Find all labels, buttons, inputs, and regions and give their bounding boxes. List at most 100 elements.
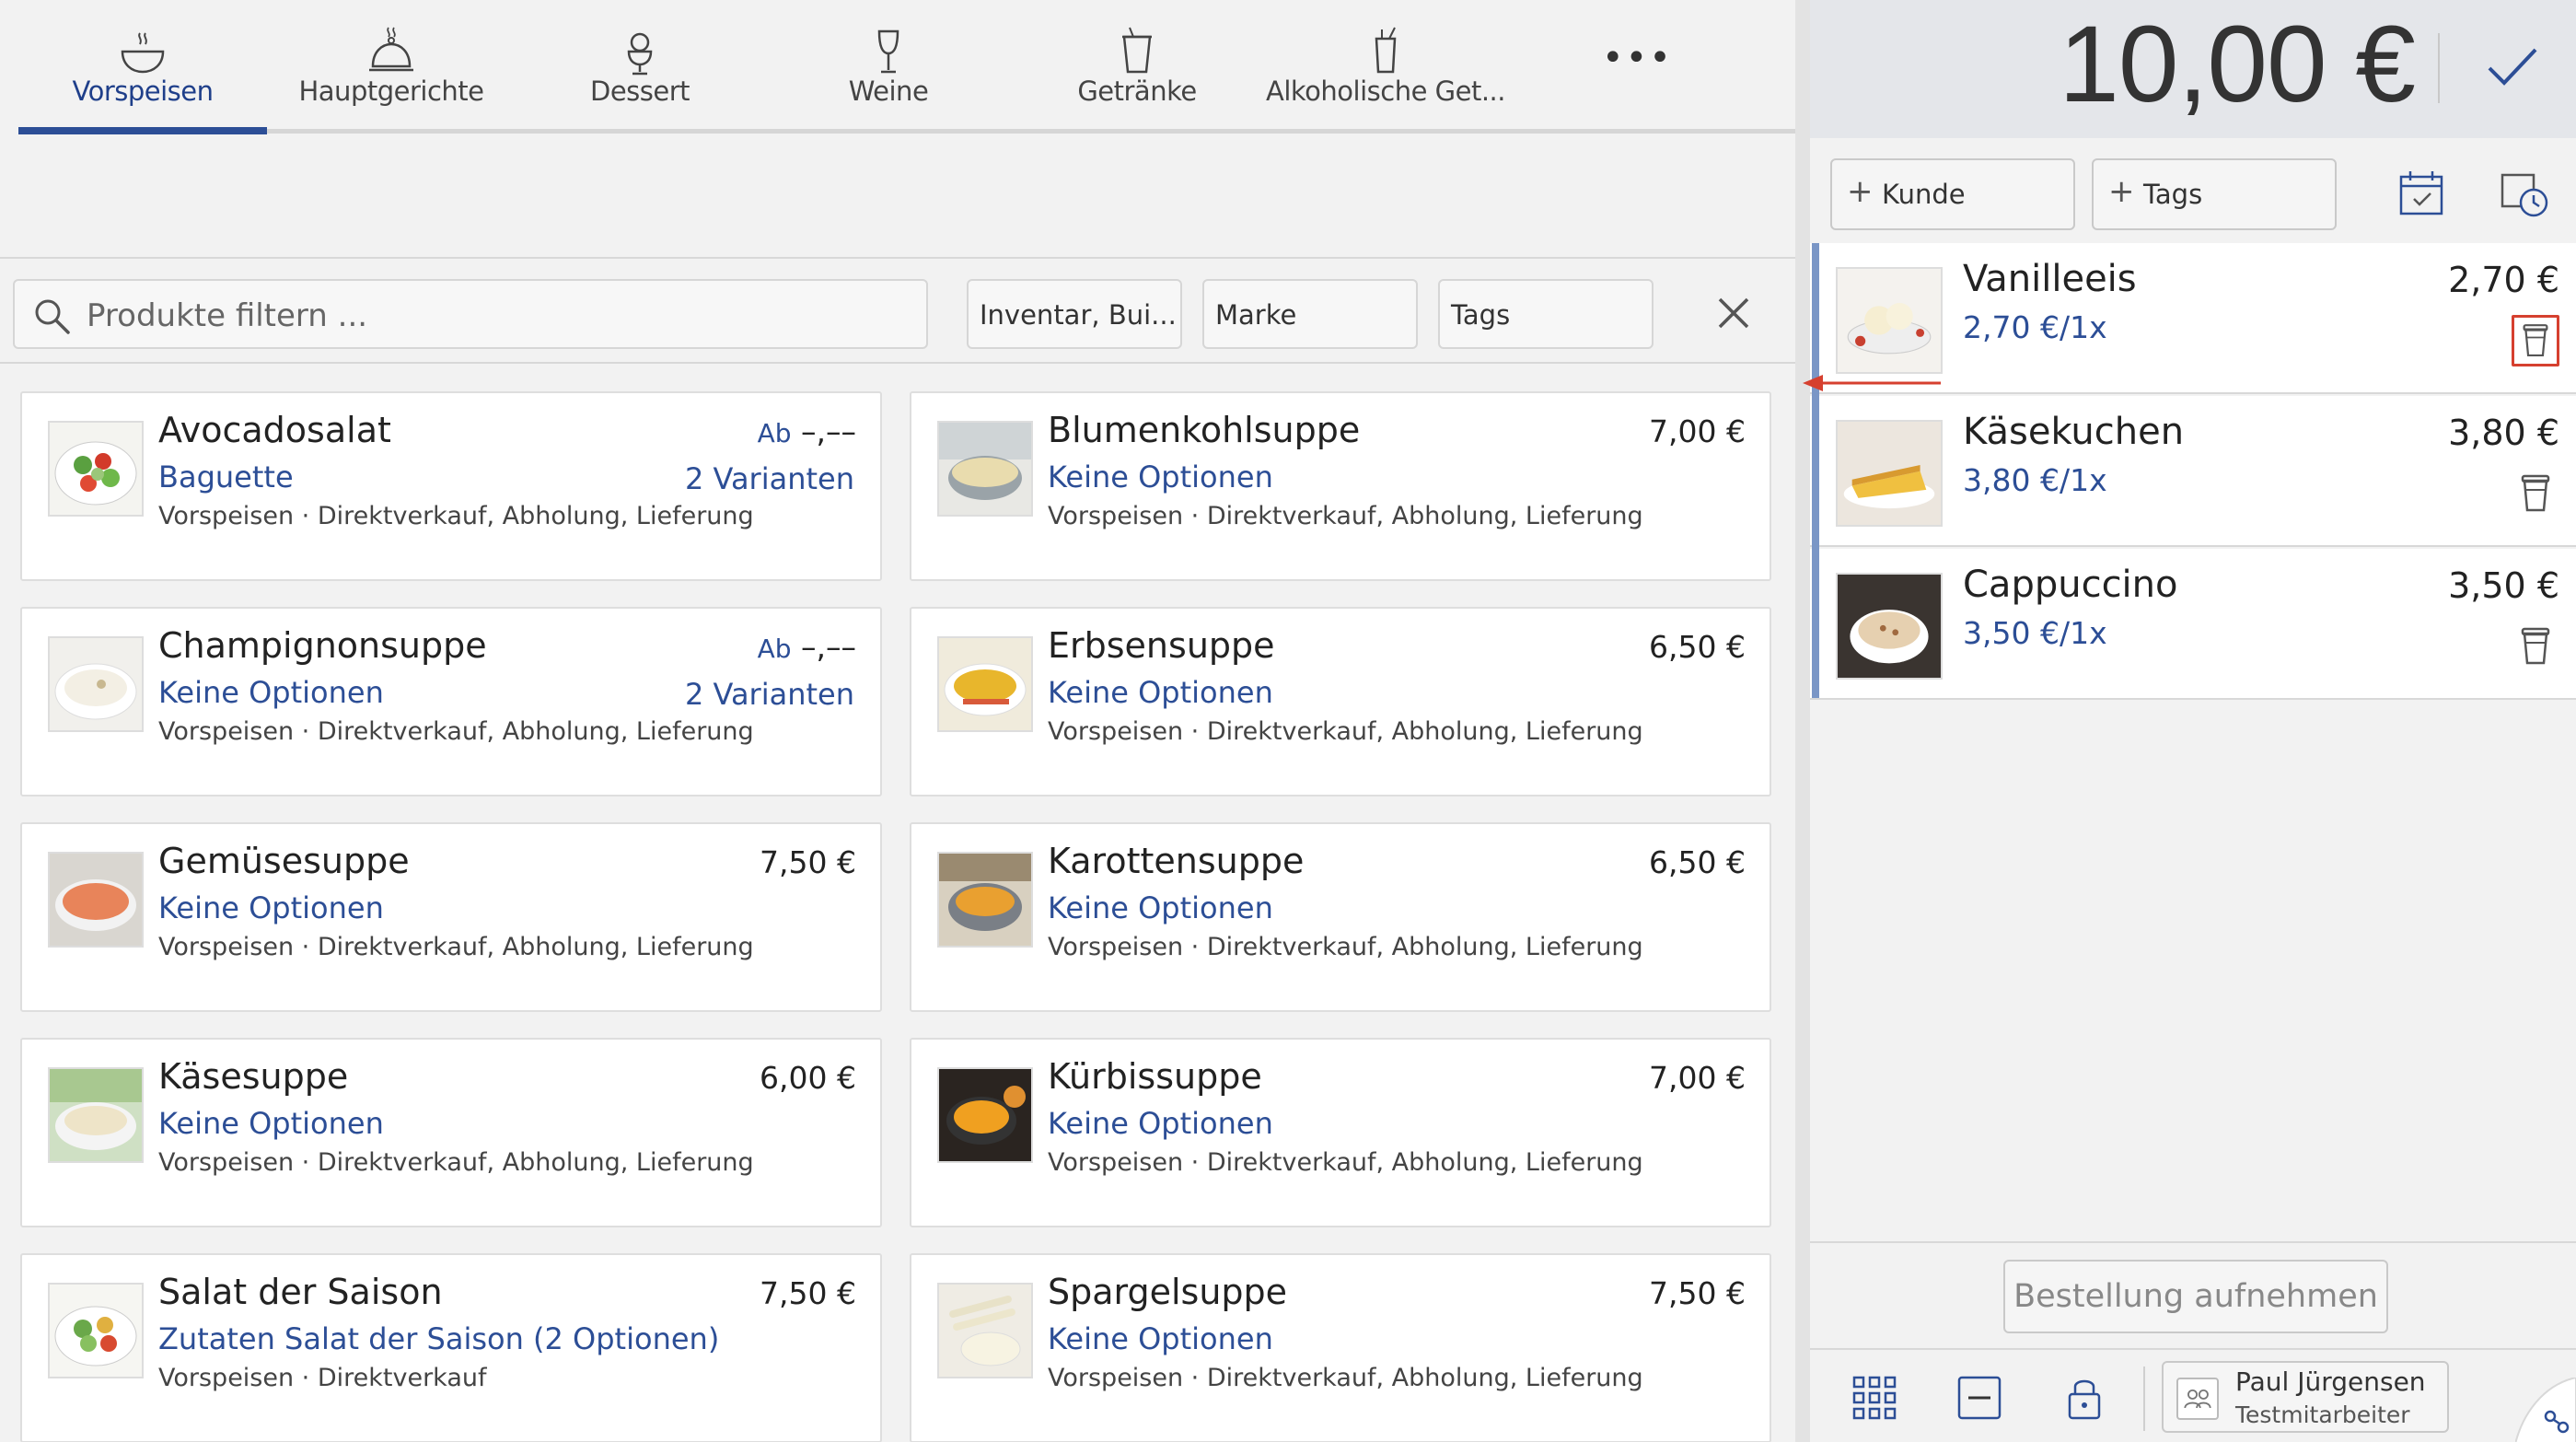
product-name: Blumenkohlsuppe <box>1048 410 1361 450</box>
product-meta: Vorspeisen · Direktverkauf, Abholung, Li… <box>158 717 754 746</box>
product-name: Spargelsuppe <box>1048 1272 1288 1312</box>
product-card[interactable]: Käsesuppe Keine Optionen Vorspeisen · Di… <box>20 1038 882 1227</box>
place-order-button[interactable]: Bestellung aufnehmen <box>2003 1260 2388 1333</box>
product-meta: Vorspeisen · Direktverkauf, Abholung, Li… <box>1048 1148 1643 1177</box>
tab-label: Getränke <box>1077 76 1197 107</box>
product-panel: Vorspeisen Hauptgerichte Dessert Weine G… <box>0 0 1795 1442</box>
lock-icon[interactable] <box>2059 1372 2110 1424</box>
order-items-list: Vanilleeis 2,70 €/1x 2,70 € Käsekuchen 3… <box>1803 243 2576 1241</box>
customer-label: Kunde <box>1882 179 1966 210</box>
product-price: 6,50 € <box>1649 629 1746 665</box>
product-card[interactable]: Gemüsesuppe Keine Optionen Vorspeisen · … <box>20 822 882 1012</box>
product-options: Keine Optionen <box>158 1106 384 1141</box>
product-card[interactable]: Erbsensuppe Keine Optionen Vorspeisen · … <box>910 607 1771 797</box>
takeaway-cup-icon[interactable] <box>2512 621 2559 672</box>
arrow-left-icon <box>1803 375 1941 391</box>
order-item-price: 3,80 € <box>2448 413 2559 453</box>
grid-icon[interactable] <box>1849 1372 1900 1424</box>
header-band <box>0 136 1795 258</box>
tags-filter-button[interactable]: Tags <box>1438 279 1654 349</box>
cup-icon <box>1122 27 1152 74</box>
order-item-unit-price: 2,70 €/1x <box>1963 309 2107 345</box>
tab-hauptgerichte[interactable]: Hauptgerichte <box>267 0 516 136</box>
product-image <box>48 421 144 517</box>
price-prefix: Ab <box>757 634 792 664</box>
order-item-image <box>1836 573 1943 680</box>
calendar-icon[interactable] <box>2394 166 2449 221</box>
more-categories-button[interactable]: ••• <box>1602 37 1671 92</box>
product-name: Avocadosalat <box>158 410 391 450</box>
tab-label: Vorspeisen <box>72 76 215 107</box>
tab-track <box>18 129 1795 134</box>
product-options: Baguette <box>158 459 294 494</box>
tab-getraenke[interactable]: Getränke <box>1013 0 1261 136</box>
product-price: 7,00 € <box>1649 413 1746 449</box>
product-meta: Vorspeisen · Direktverkauf, Abholung, Li… <box>1048 502 1643 530</box>
product-price: 7,50 € <box>1649 1275 1746 1311</box>
product-options: Keine Optionen <box>158 675 384 710</box>
product-card[interactable]: Avocadosalat Baguette Vorspeisen · Direk… <box>20 391 882 581</box>
product-card[interactable]: Salat der Saison Zutaten Salat der Saiso… <box>20 1253 882 1442</box>
product-meta: Vorspeisen · Direktverkauf, Abholung, Li… <box>1048 1364 1643 1392</box>
product-card[interactable]: Karottensuppe Keine Optionen Vorspeisen … <box>910 822 1771 1012</box>
add-tags-button[interactable]: + Tags <box>2092 158 2337 230</box>
user-role: Testmitarbeiter <box>2235 1401 2410 1428</box>
add-customer-button[interactable]: + Kunde <box>1830 158 2075 230</box>
product-card[interactable]: Blumenkohlsuppe Keine Optionen Vorspeise… <box>910 391 1771 581</box>
price-value: 7,00 € <box>1649 1060 1746 1096</box>
inventory-filter-button[interactable]: Inventar, Bui... <box>967 279 1182 349</box>
search-placeholder: Produkte filtern ... <box>87 297 368 334</box>
product-options: Zutaten Salat der Saison (2 Optionen) <box>158 1321 720 1356</box>
order-item-price: 2,70 € <box>2448 260 2559 300</box>
tab-alkoholische-getraenke[interactable]: Alkoholische Get... <box>1261 0 1510 136</box>
takeaway-cup-icon[interactable] <box>2512 315 2559 366</box>
tab-label: Weine <box>848 76 929 107</box>
product-image <box>937 1283 1033 1378</box>
tab-weine[interactable]: Weine <box>764 0 1013 136</box>
user-chip[interactable]: Paul Jürgensen Testmitarbeiter <box>2162 1361 2449 1433</box>
category-tabs: Vorspeisen Hauptgerichte Dessert Weine G… <box>0 0 1795 136</box>
order-panel: 10,00 € + Kunde + Tags Vanilleeis 2,70 €… <box>1803 0 2576 1442</box>
cloche-icon <box>369 27 413 72</box>
product-price: Ab –,–– <box>758 629 856 665</box>
product-options: Keine Optionen <box>158 890 384 925</box>
order-item-image <box>1836 267 1943 374</box>
bottom-toolbar: Paul Jürgensen Testmitarbeiter <box>1810 1348 2576 1442</box>
price-value: 7,50 € <box>1649 1275 1746 1311</box>
schedule-icon[interactable] <box>2497 166 2552 221</box>
cocktail-icon <box>1375 27 1397 74</box>
product-image <box>48 1067 144 1163</box>
product-card[interactable]: Spargelsuppe Keine Optionen Vorspeisen ·… <box>910 1253 1771 1442</box>
tab-vorspeisen[interactable]: Vorspeisen <box>18 0 267 136</box>
product-price: 7,00 € <box>1649 1060 1746 1096</box>
product-name: Salat der Saison <box>158 1272 443 1312</box>
order-accent-bar <box>1812 243 1819 698</box>
order-item-price: 3,50 € <box>2448 565 2559 606</box>
price-value: –,–– <box>801 629 856 665</box>
clear-filters-icon[interactable] <box>1711 290 1757 336</box>
product-meta: Vorspeisen · Direktverkauf, Abholung, Li… <box>1048 933 1643 961</box>
product-card[interactable]: Kürbissuppe Keine Optionen Vorspeisen · … <box>910 1038 1771 1227</box>
brand-filter-button[interactable]: Marke <box>1202 279 1418 349</box>
product-meta: Vorspeisen · Direktverkauf, Abholung, Li… <box>1048 717 1643 746</box>
users-icon <box>2176 1378 2219 1420</box>
settings-corner-icon[interactable] <box>2515 1378 2576 1442</box>
product-price: 7,50 € <box>760 1275 856 1311</box>
order-item[interactable]: Käsekuchen 3,80 €/1x 3,80 € <box>1810 396 2576 547</box>
wine-glass-icon <box>877 29 899 74</box>
product-image <box>48 1283 144 1378</box>
checkmark-icon[interactable] <box>2482 39 2543 94</box>
minus-box-icon[interactable] <box>1954 1372 2005 1424</box>
product-card[interactable]: Champignonsuppe Keine Optionen Vorspeise… <box>20 607 882 797</box>
search-input[interactable]: Produkte filtern ... <box>13 279 928 349</box>
plus-icon: + <box>2108 173 2135 210</box>
takeaway-cup-icon[interactable] <box>2512 468 2559 519</box>
product-price: 6,50 € <box>1649 844 1746 880</box>
order-item[interactable]: Cappuccino 3,50 €/1x 3,50 € <box>1810 549 2576 700</box>
tab-dessert[interactable]: Dessert <box>516 0 764 136</box>
product-price: 6,00 € <box>760 1060 856 1096</box>
product-meta: Vorspeisen · Direktverkauf, Abholung, Li… <box>158 502 754 530</box>
product-options: Keine Optionen <box>1048 1106 1273 1141</box>
product-image <box>937 421 1033 517</box>
product-meta: Vorspeisen · Direktverkauf, Abholung, Li… <box>158 1148 754 1177</box>
